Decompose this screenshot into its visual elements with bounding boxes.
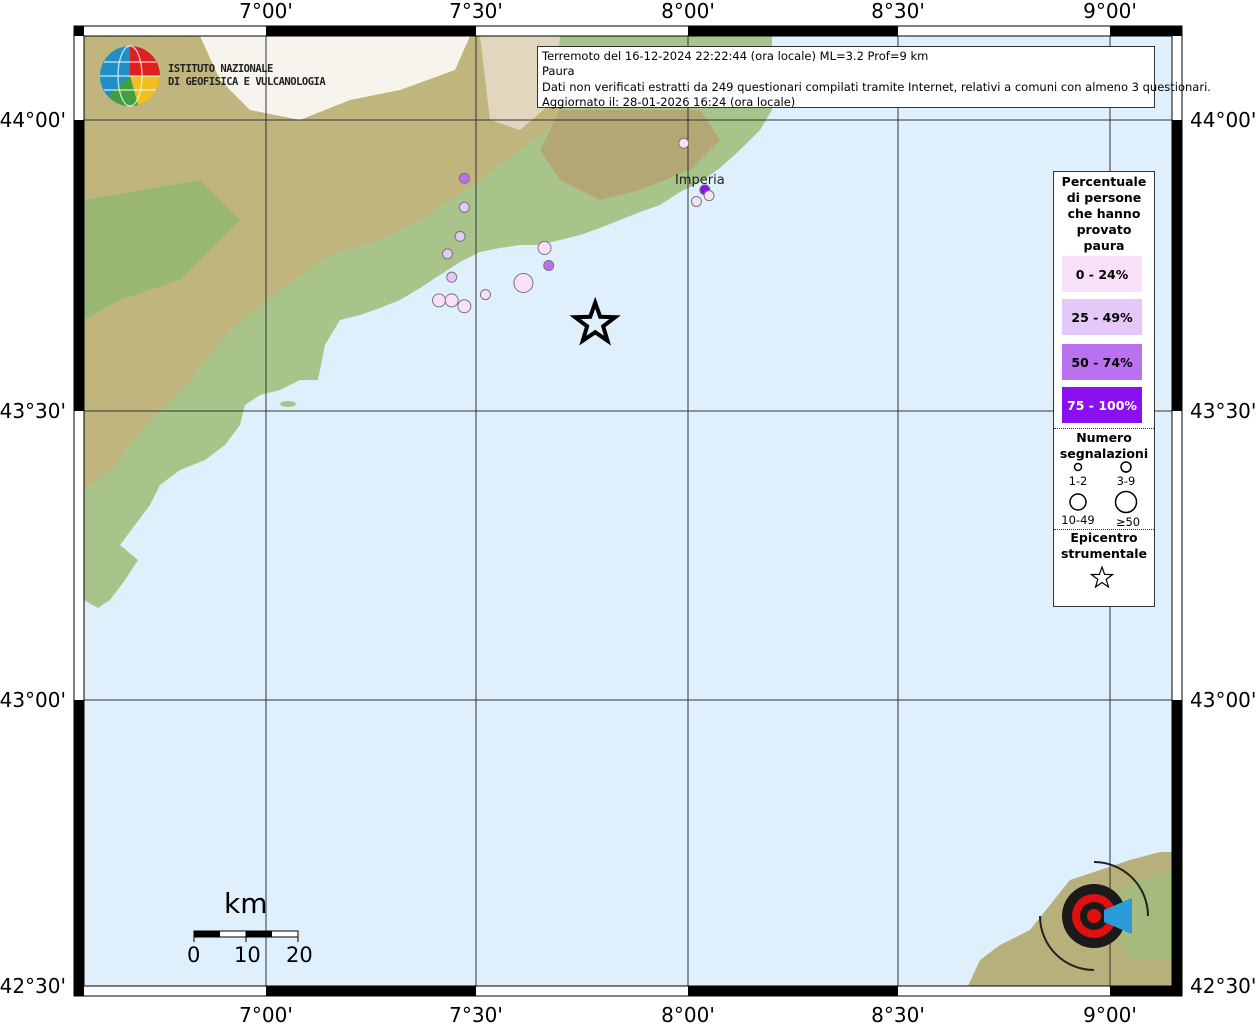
lon-tick-label: 7°30' xyxy=(449,0,503,23)
size-label-1: 1-2 xyxy=(1068,474,1088,488)
ingv-logo: ISTITUTO NAZIONALE DI GEOFISICA E VULCAN… xyxy=(98,44,328,110)
size-label-2: 3-9 xyxy=(1116,474,1136,488)
observation-point xyxy=(457,299,472,314)
observation-point xyxy=(441,248,453,260)
observation-point xyxy=(537,241,552,256)
data-note: Dati non verificati estratti da 249 ques… xyxy=(542,79,1211,94)
event-info-box: Terremoto del 16-12-2024 22:22:44 (ora l… xyxy=(537,46,1211,109)
scale-unit: km xyxy=(224,887,268,920)
legend-class-0: 0 - 24% xyxy=(1062,256,1142,292)
size-symbol-medium xyxy=(1120,461,1132,473)
size-symbol-xlarge xyxy=(1114,490,1138,514)
lat-tick-label: 42°30' xyxy=(0,974,66,998)
size-symbols xyxy=(1069,461,1138,514)
lat-tick-label: 43°00' xyxy=(1190,688,1256,712)
lon-tick-label: 8°30' xyxy=(871,1003,925,1024)
lat-tick-label: 43°30' xyxy=(1190,399,1256,423)
scale-bar-graphic xyxy=(193,930,299,942)
lon-tick-label: 7°00' xyxy=(239,0,293,23)
size-label-3: 10-49 xyxy=(1061,513,1095,527)
observation-point xyxy=(454,230,466,242)
update-date: Aggiornato il: 28-01-2026 16:24 (ora loc… xyxy=(542,94,796,109)
observation-point xyxy=(458,172,470,184)
size-symbol-small xyxy=(1073,462,1083,472)
legend-epicenter-title: Epicentro strumentale xyxy=(1060,530,1148,561)
lat-ticks-right: 44°00' 43°30' 43°00' 42°30' xyxy=(1190,108,1256,998)
lat-tick-label: 43°30' xyxy=(0,399,66,423)
lon-tick-label: 8°00' xyxy=(661,0,715,23)
lat-ticks-left: 44°00' 43°30' 43°00' 42°30' xyxy=(0,108,66,998)
observation-point xyxy=(543,260,555,271)
lat-tick-label: 43°00' xyxy=(0,688,66,712)
observation-point xyxy=(513,272,534,293)
scale-label-20: 20 xyxy=(286,943,313,967)
legend-class-2: 50 - 74% xyxy=(1062,344,1142,380)
scale-label-0: 0 xyxy=(187,943,201,967)
event-title: Terremoto del 16-12-2024 22:22:44 (ora l… xyxy=(542,49,929,63)
legend-divider xyxy=(1054,428,1154,429)
scale-bar: km 0 10 20 xyxy=(180,885,330,975)
lon-ticks-bottom: 7°00' 7°30' 8°00' 8°30' 9°00' xyxy=(239,1003,1137,1024)
size-label-4: ≥50 xyxy=(1115,515,1141,529)
observation-point xyxy=(690,195,702,207)
legend-title: Percentuale di persone che hanno provato… xyxy=(1061,174,1147,253)
legend-class-1: 25 - 49% xyxy=(1062,299,1142,335)
ingv-globe-icon xyxy=(100,45,161,107)
observation-point xyxy=(444,293,459,308)
observation-point xyxy=(458,201,470,213)
observation-point xyxy=(479,289,491,301)
map-parameter: Paura xyxy=(542,64,575,79)
city-label-imperia: Imperia xyxy=(675,173,725,188)
scale-label-10: 10 xyxy=(234,943,261,967)
lat-tick-label: 44°00' xyxy=(0,108,66,132)
size-symbol-large xyxy=(1069,493,1087,511)
observation-point xyxy=(446,271,458,283)
lon-tick-label: 8°00' xyxy=(661,1003,715,1024)
legend: Percentuale di persone che hanno provato… xyxy=(1053,171,1155,607)
lon-tick-label: 7°00' xyxy=(239,1003,293,1024)
logo-line-2: DI GEOFISICA E VULCANOLOGIA xyxy=(168,76,326,88)
logo-line-1: ISTITUTO NAZIONALE xyxy=(168,63,273,75)
legend-star-icon xyxy=(1090,566,1114,588)
lon-tick-label: 8°30' xyxy=(871,0,925,23)
lon-tick-label: 9°00' xyxy=(1083,0,1137,23)
lat-tick-label: 42°30' xyxy=(1190,974,1256,998)
observation-point xyxy=(678,137,690,149)
observation-point xyxy=(432,293,447,308)
observation-point xyxy=(703,190,715,202)
lat-tick-label: 44°00' xyxy=(1190,108,1256,132)
legend-class-3: 75 - 100% xyxy=(1062,387,1142,423)
lon-tick-label: 7°30' xyxy=(449,1003,503,1024)
lon-tick-label: 9°00' xyxy=(1083,1003,1137,1024)
lon-ticks-top: 7°00' 7°30' 8°00' 8°30' 9°00' xyxy=(239,0,1137,23)
